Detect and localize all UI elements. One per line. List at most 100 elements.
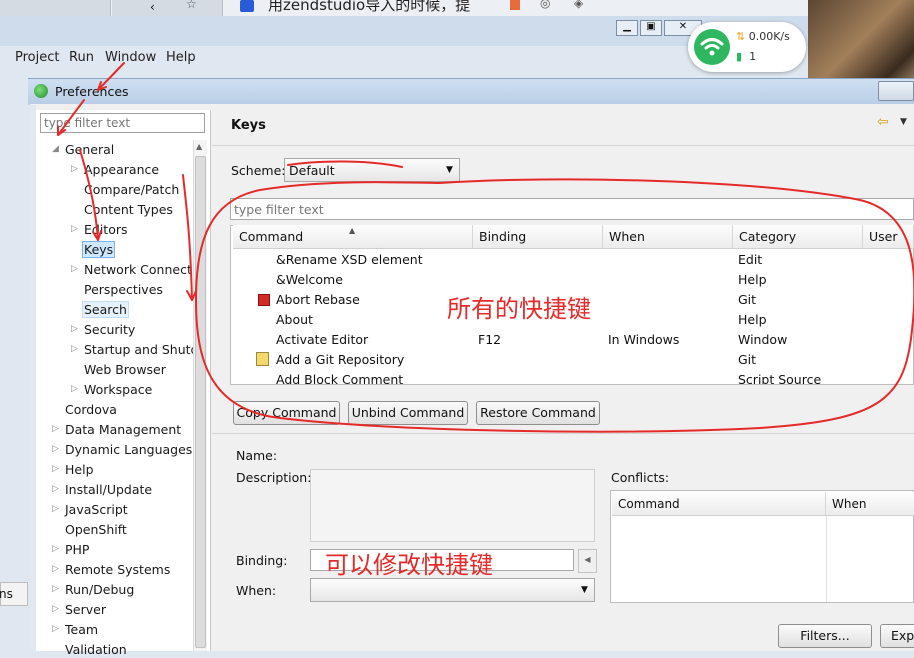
cell-command[interactable]: &Rename XSD element: [276, 252, 423, 267]
tree-item[interactable]: Dynamic Languages: [63, 441, 194, 458]
col-header-category[interactable]: Category: [733, 225, 863, 249]
menu-run[interactable]: Run: [69, 50, 94, 65]
tree-item[interactable]: Data Management: [63, 421, 183, 438]
col-header-command[interactable]: Command ▲: [233, 225, 473, 249]
back-arrow-icon[interactable]: ⇦: [877, 114, 889, 130]
minimize-icon[interactable]: ▁: [616, 20, 638, 36]
col-header-binding[interactable]: Binding: [473, 225, 603, 249]
expanded-arrow-icon[interactable]: ◢: [52, 144, 59, 154]
extension-icon[interactable]: [510, 0, 520, 10]
expand-arrow-icon[interactable]: ▷: [71, 384, 78, 394]
expand-arrow-icon[interactable]: ▷: [52, 624, 59, 634]
expand-arrow-icon[interactable]: ▷: [71, 164, 78, 174]
cell-category[interactable]: Script Source: [738, 372, 821, 384]
cell-command[interactable]: Add a Git Repository: [276, 352, 404, 367]
tree-item[interactable]: Keys: [82, 241, 116, 258]
cell-command[interactable]: About: [276, 312, 313, 327]
scheme-select[interactable]: Default ▼: [284, 158, 460, 182]
when-select[interactable]: ▼: [310, 578, 595, 602]
col-header-user[interactable]: User: [863, 225, 914, 249]
cell-binding[interactable]: F12: [478, 332, 501, 347]
cell-category[interactable]: Git: [738, 292, 756, 307]
binding-menu-icon[interactable]: ◀: [578, 549, 597, 573]
filters-button[interactable]: Filters...: [778, 624, 872, 648]
tree-item[interactable]: Workspace: [82, 381, 154, 398]
eclipse-menubar: Project Run Window Help: [0, 46, 700, 70]
tree-item[interactable]: PHP: [63, 541, 91, 558]
tree-item[interactable]: JavaScript: [63, 501, 130, 518]
expand-arrow-icon[interactable]: ▷: [52, 564, 59, 574]
tree-item[interactable]: Compare/Patch: [82, 181, 181, 198]
tree-scrollbar-thumb[interactable]: [195, 156, 206, 648]
expand-arrow-icon[interactable]: ▷: [52, 544, 59, 554]
cell-when[interactable]: In Windows: [608, 332, 679, 347]
tree-item[interactable]: Search: [82, 301, 129, 318]
maximize-icon[interactable]: ▣: [640, 20, 662, 36]
tree-item[interactable]: Perspectives: [82, 281, 165, 298]
tree-item[interactable]: Install/Update: [63, 481, 154, 498]
extension-icon[interactable]: ◈: [574, 0, 583, 10]
tree-item[interactable]: Security: [82, 321, 137, 338]
expand-arrow-icon[interactable]: ▷: [52, 604, 59, 614]
tree-item[interactable]: Remote Systems: [63, 561, 172, 578]
expand-arrow-icon[interactable]: ▷: [52, 484, 59, 494]
window-minimize-icon[interactable]: [878, 81, 914, 101]
tree-item[interactable]: Web Browser: [82, 361, 168, 378]
cell-command[interactable]: Activate Editor: [276, 332, 368, 347]
cell-category[interactable]: Edit: [738, 252, 762, 267]
browser-tab-title[interactable]: 用zendstudio导入的时候，提: [268, 0, 470, 15]
cell-category[interactable]: Git: [738, 352, 756, 367]
tree-item[interactable]: Run/Debug: [63, 581, 136, 598]
conflicts-col-command[interactable]: Command: [612, 492, 826, 516]
tree-item[interactable]: Validation: [63, 641, 129, 658]
tree-item[interactable]: Content Types: [82, 201, 175, 218]
tree-item[interactable]: Editors: [82, 221, 130, 238]
cell-category[interactable]: Window: [738, 332, 787, 347]
unbind-command-button[interactable]: Unbind Command: [348, 401, 468, 425]
cell-category[interactable]: Help: [738, 312, 767, 327]
export-button[interactable]: Expo: [880, 624, 914, 648]
copy-command-button[interactable]: Copy Command: [233, 401, 340, 425]
tree-item[interactable]: Team: [63, 621, 100, 638]
bookmark-star-icon[interactable]: ☆: [186, 0, 197, 11]
restore-command-button[interactable]: Restore Command: [476, 401, 600, 425]
tree-item[interactable]: Server: [63, 601, 108, 618]
tree-item[interactable]: General: [63, 141, 116, 158]
expand-arrow-icon[interactable]: ▷: [52, 444, 59, 454]
cell-category[interactable]: Help: [738, 272, 767, 287]
expand-arrow-icon[interactable]: ▷: [52, 424, 59, 434]
tree-item[interactable]: Appearance: [82, 161, 161, 178]
tree-item[interactable]: Cordova: [63, 401, 119, 418]
expand-arrow-icon[interactable]: ▷: [71, 264, 78, 274]
expand-arrow-icon[interactable]: ▷: [71, 324, 78, 334]
expand-arrow-icon[interactable]: ▷: [71, 344, 78, 354]
menu-window[interactable]: Window: [105, 50, 156, 65]
chevron-down-icon[interactable]: ▼: [900, 117, 907, 127]
extension-icon[interactable]: ◎: [540, 0, 550, 10]
scheme-label: Scheme:: [231, 163, 286, 178]
tree-item[interactable]: Startup and Shutd: [82, 341, 194, 358]
cell-command[interactable]: Add Block Comment: [276, 372, 403, 384]
preferences-titlebar[interactable]: Preferences: [28, 78, 914, 105]
expand-arrow-icon[interactable]: ▷: [52, 464, 59, 474]
menu-help[interactable]: Help: [166, 50, 196, 65]
tree-filter-input[interactable]: type filter text: [40, 113, 205, 133]
browser-tab[interactable]: [0, 0, 111, 16]
expand-arrow-icon[interactable]: ▷: [52, 504, 59, 514]
menu-project[interactable]: Project: [15, 50, 59, 65]
col-header-when[interactable]: When: [603, 225, 733, 249]
expand-arrow-icon[interactable]: ▷: [52, 584, 59, 594]
network-speed-widget[interactable]: ⇅ 0.00K/s ▮ 1: [688, 22, 806, 72]
keys-filter-input[interactable]: type filter text: [230, 198, 914, 220]
expand-arrow-icon[interactable]: ▷: [71, 224, 78, 234]
tree-item[interactable]: Network Connectio: [82, 261, 194, 278]
scroll-up-icon[interactable]: ▲: [196, 142, 202, 151]
background-tab[interactable]: ns: [0, 582, 28, 606]
cell-command[interactable]: &Welcome: [276, 272, 343, 287]
browser-tab[interactable]: [112, 0, 223, 16]
tree-item[interactable]: Help: [63, 461, 96, 478]
conflicts-col-when[interactable]: When: [826, 492, 914, 516]
cell-command[interactable]: Abort Rebase: [276, 292, 360, 307]
browser-nav-icon[interactable]: ‹: [150, 0, 164, 14]
tree-item[interactable]: OpenShift: [63, 521, 129, 538]
